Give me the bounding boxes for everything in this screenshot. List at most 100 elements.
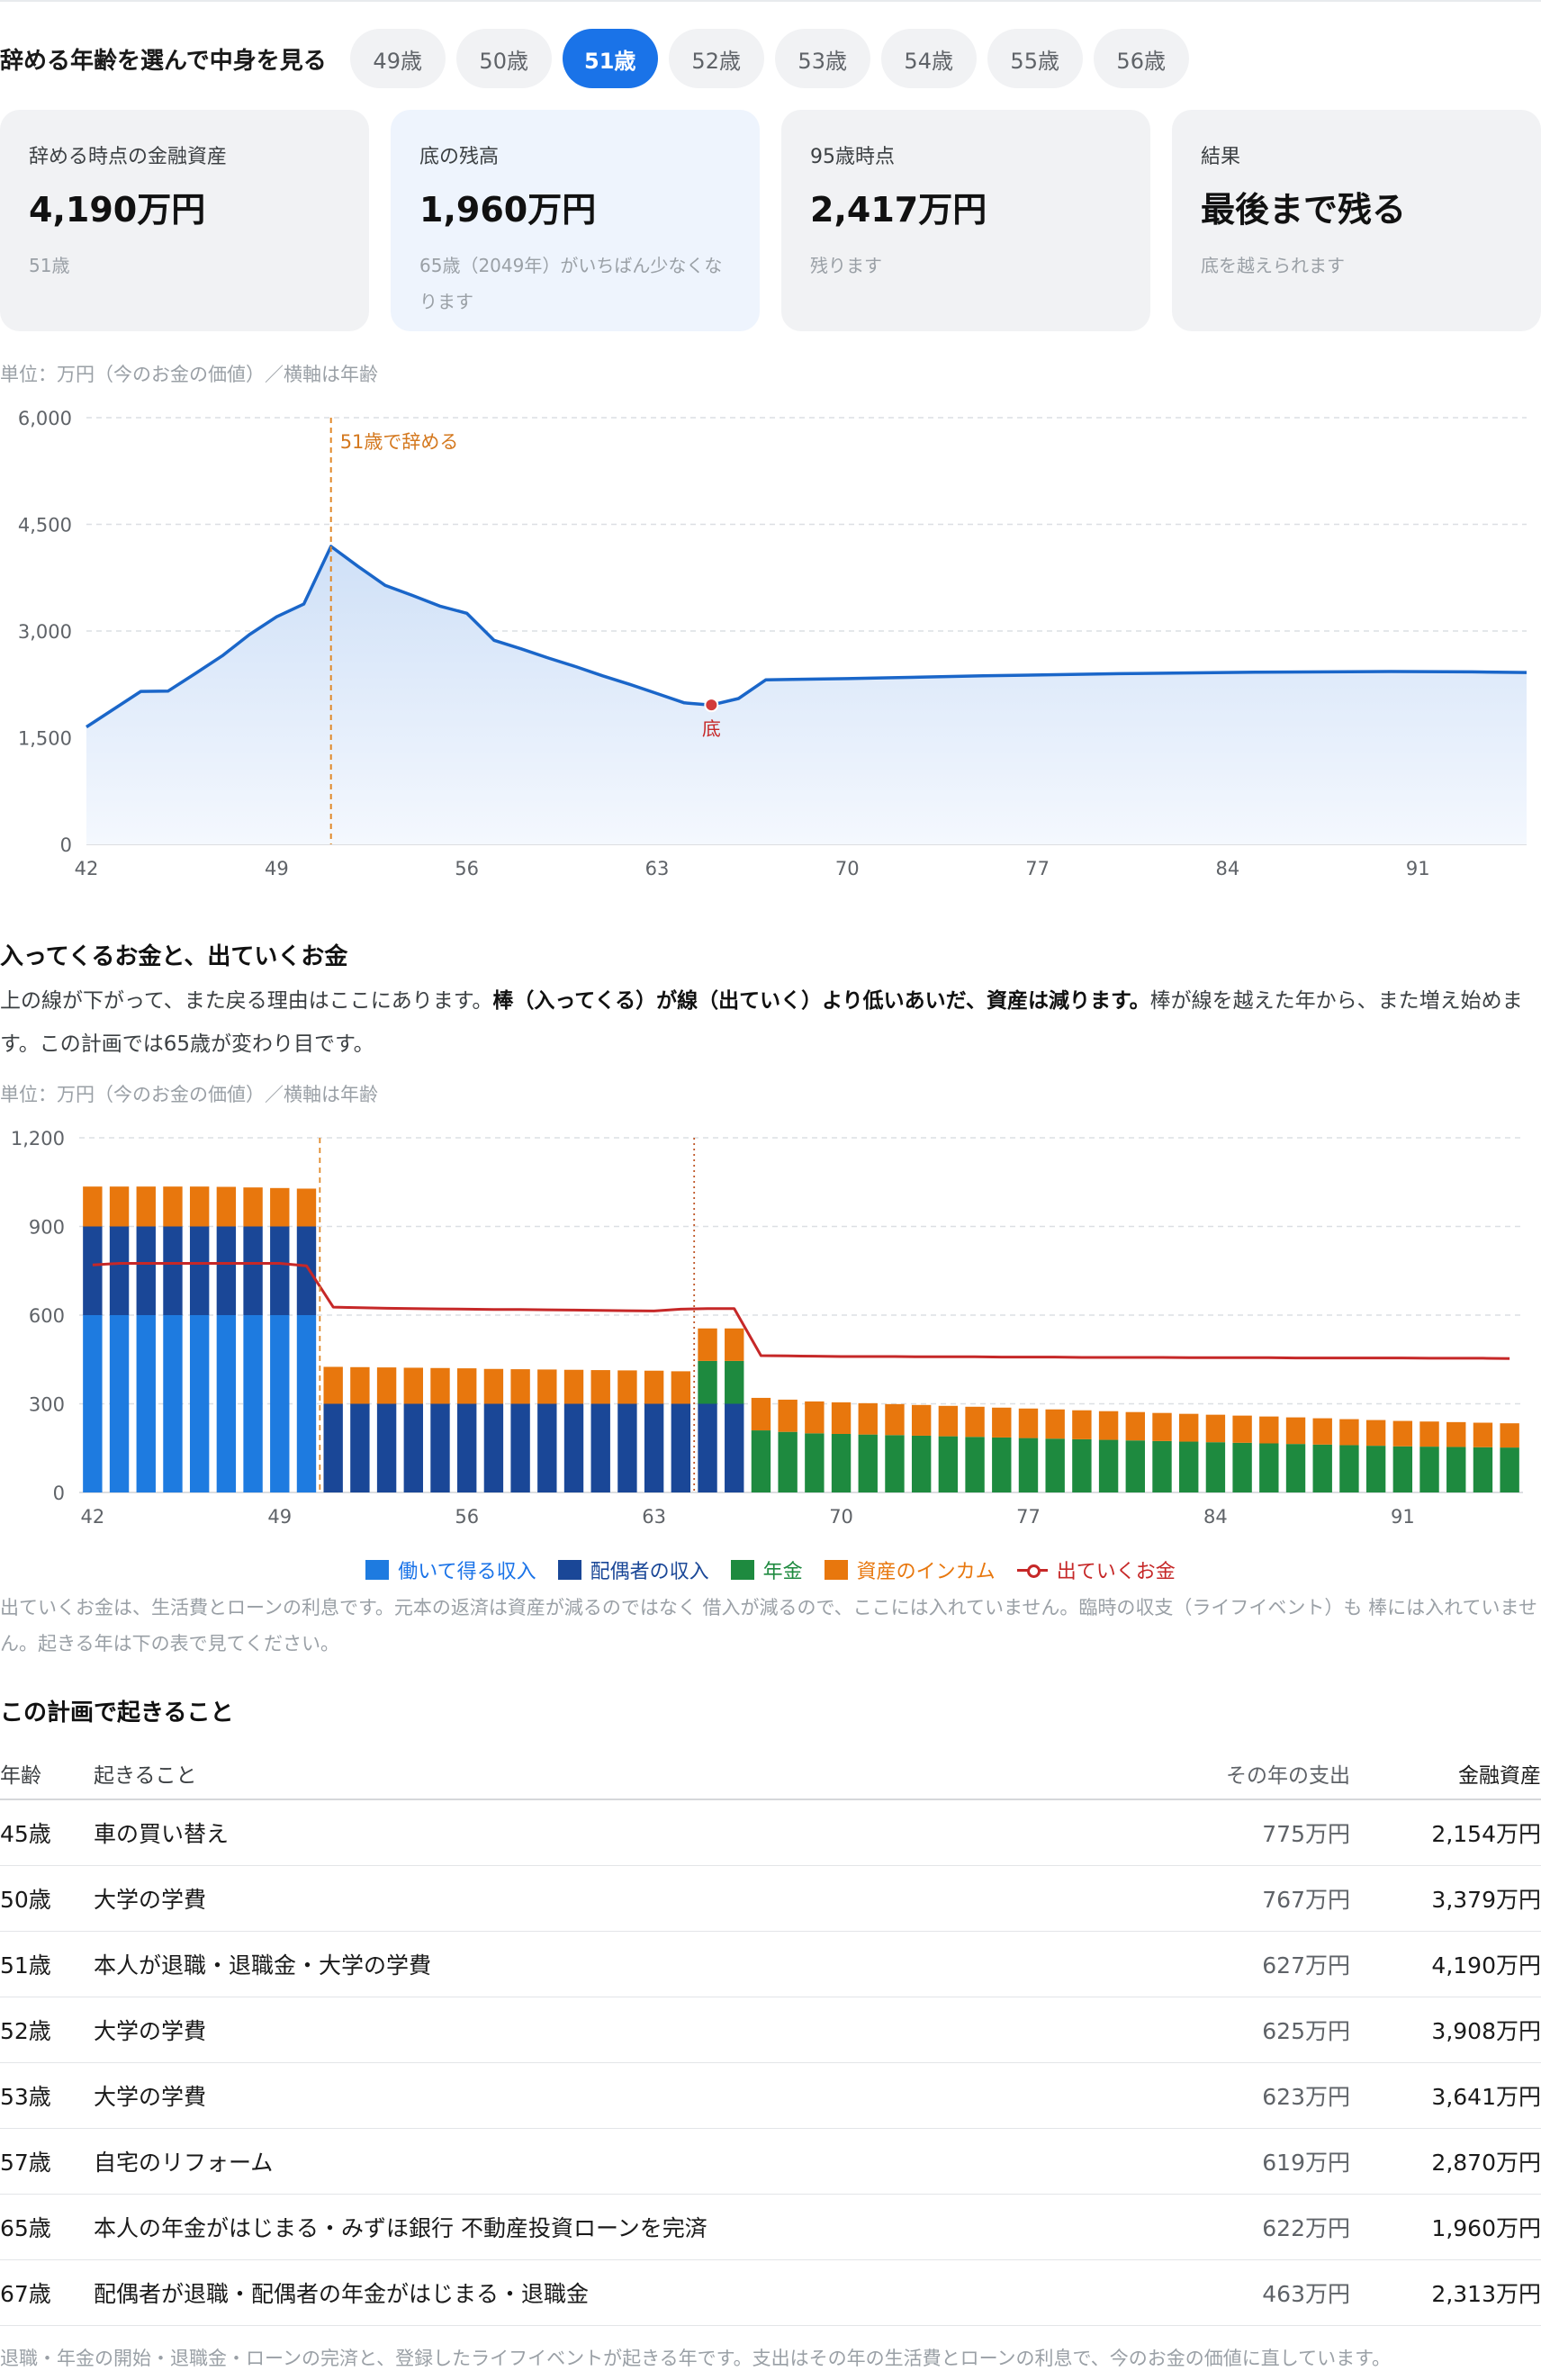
y-tick-label: 900 — [29, 1217, 65, 1239]
legend-swatch — [365, 1560, 390, 1580]
x-tick-label: 49 — [265, 858, 289, 879]
bar-segment — [1285, 1417, 1306, 1445]
bar-segment — [1339, 1419, 1359, 1446]
bar-segment — [189, 1186, 210, 1227]
bar-segment — [483, 1368, 504, 1404]
bar-segment — [831, 1433, 852, 1492]
event-expense: 619万円 — [1170, 2128, 1350, 2195]
x-tick-label: 77 — [1025, 858, 1050, 879]
bar-segment — [965, 1437, 985, 1492]
card-value: 2,417万円 — [810, 190, 987, 230]
age-option-53[interactable]: 53歳 — [774, 29, 870, 88]
bar-segment — [1312, 1418, 1332, 1445]
bar-segment — [858, 1402, 878, 1435]
bar-segment — [725, 1403, 744, 1492]
asset-chart: 0 1,500 3,000 4,500 6,000 42 49 56 63 70 77 84 91 51歳… — [18, 408, 1527, 879]
bar-segment — [163, 1226, 183, 1315]
age-option-54[interactable]: 54歳 — [880, 29, 977, 88]
bar-segment — [1098, 1439, 1119, 1492]
card-value: 1,960万円 — [419, 190, 597, 230]
legend-label: 配偶者の収入 — [590, 1561, 709, 1583]
bar-segment — [778, 1399, 798, 1432]
bar-segment — [109, 1186, 130, 1227]
event-expense: 463万円 — [1170, 2259, 1350, 2326]
card-note: 底を越えられます — [1201, 255, 1345, 276]
event-asset: 4,190万円 — [1350, 1931, 1541, 1997]
card-note: 65歳（2049年）がいちばん少なくなります — [419, 255, 723, 312]
event-expense: 767万円 — [1170, 1865, 1350, 1932]
bar-segment — [296, 1315, 317, 1492]
header-expense: その年の支出 — [1170, 1748, 1350, 1800]
card-note: 51歳 — [29, 255, 70, 276]
bar-segment — [1500, 1423, 1519, 1448]
bar-segment — [510, 1369, 530, 1404]
header-asset: 金融資産 — [1350, 1748, 1541, 1800]
age-option-50[interactable]: 50歳 — [455, 29, 552, 88]
y-tick-label: 1,200 — [11, 1128, 65, 1149]
age-option-49[interactable]: 49歳 — [349, 29, 446, 88]
bar-segment — [617, 1403, 637, 1492]
x-tick-label: 42 — [80, 1506, 104, 1528]
y-tick-label: 6,000 — [18, 408, 72, 429]
x-tick-label: 77 — [1016, 1506, 1041, 1528]
bar-segment — [938, 1405, 959, 1437]
event-age: 50歳 — [0, 1865, 94, 1932]
legend-item-outflow: 出ていくお金 — [1016, 1555, 1176, 1584]
bar-segment — [885, 1435, 905, 1492]
x-tick-label: 84 — [1203, 1506, 1228, 1528]
top-divider — [0, 0, 1541, 2]
table-row: 67歳 配偶者が退職・配偶者の年金がはじまる・退職金 463万円 2,313万円 — [0, 2259, 1541, 2326]
age-option-55[interactable]: 55歳 — [987, 29, 1083, 88]
table-row: 50歳 大学の学費 767万円 3,379万円 — [0, 1865, 1541, 1932]
bar-segment — [243, 1315, 263, 1492]
table-row: 52歳 大学の学費 625万円 3,908万円 — [0, 1997, 1541, 2063]
event-expense: 625万円 — [1170, 1997, 1350, 2063]
x-tick-label: 63 — [642, 1506, 666, 1528]
event-asset: 2,870万円 — [1350, 2128, 1541, 2195]
legend-swatch — [557, 1560, 581, 1580]
bar-segment — [83, 1186, 103, 1227]
bar-segment — [323, 1403, 343, 1492]
retire-marker-label: 51歳で辞める — [340, 431, 459, 453]
bar-segment — [911, 1404, 932, 1436]
bar-segment — [590, 1403, 610, 1492]
legend-swatch — [730, 1560, 754, 1580]
bar-segment — [1365, 1420, 1386, 1447]
card-at-95: 95歳時点 2,417万円 残ります — [781, 110, 1150, 331]
card-value: 4,190万円 — [29, 190, 206, 230]
x-tick-label: 49 — [267, 1506, 292, 1528]
cashflow-legend: 働いて得る収入 配偶者の収入 年金 資産のインカム 出ていくお金 — [0, 1555, 1541, 1584]
card-note: 残ります — [810, 255, 882, 276]
bar-segment — [189, 1226, 210, 1315]
x-tick-label: 84 — [1216, 858, 1240, 879]
bar-segment — [671, 1403, 691, 1492]
bar-segment — [216, 1315, 237, 1492]
event-age: 53歳 — [0, 2062, 94, 2129]
event-age: 67歳 — [0, 2259, 94, 2326]
bar-segment — [1419, 1447, 1439, 1492]
bar-segment — [83, 1226, 103, 1315]
bar-segment — [725, 1360, 744, 1404]
bar-segment — [805, 1433, 825, 1492]
bar-segment — [376, 1367, 397, 1404]
age-option-52[interactable]: 52歳 — [668, 29, 764, 88]
legend-label: 出ていくお金 — [1056, 1561, 1176, 1583]
bar-segment — [1018, 1438, 1039, 1492]
table-row: 45歳 車の買い替え 775万円 2,154万円 — [0, 1799, 1541, 1866]
age-option-56[interactable]: 56歳 — [1093, 29, 1189, 88]
age-option-51[interactable]: 51歳 — [562, 29, 658, 88]
bar-segment — [430, 1367, 450, 1404]
event-expense: 775万円 — [1170, 1799, 1350, 1866]
bar-segment — [1125, 1440, 1145, 1492]
event-expense: 627万円 — [1170, 1931, 1350, 1997]
y-tick-label: 0 — [60, 834, 72, 856]
table-row: 51歳 本人が退職・退職金・大学の学費 627万円 4,190万円 — [0, 1931, 1541, 1997]
bar-segment — [243, 1187, 263, 1227]
event-asset: 2,154万円 — [1350, 1799, 1541, 1866]
bar-segment — [403, 1403, 423, 1492]
bar-segment — [350, 1403, 370, 1492]
event-age: 57歳 — [0, 2128, 94, 2195]
x-tick-label: 91 — [1406, 858, 1430, 879]
event-expense: 623万円 — [1170, 2062, 1350, 2129]
y-tick-label: 0 — [53, 1483, 65, 1504]
